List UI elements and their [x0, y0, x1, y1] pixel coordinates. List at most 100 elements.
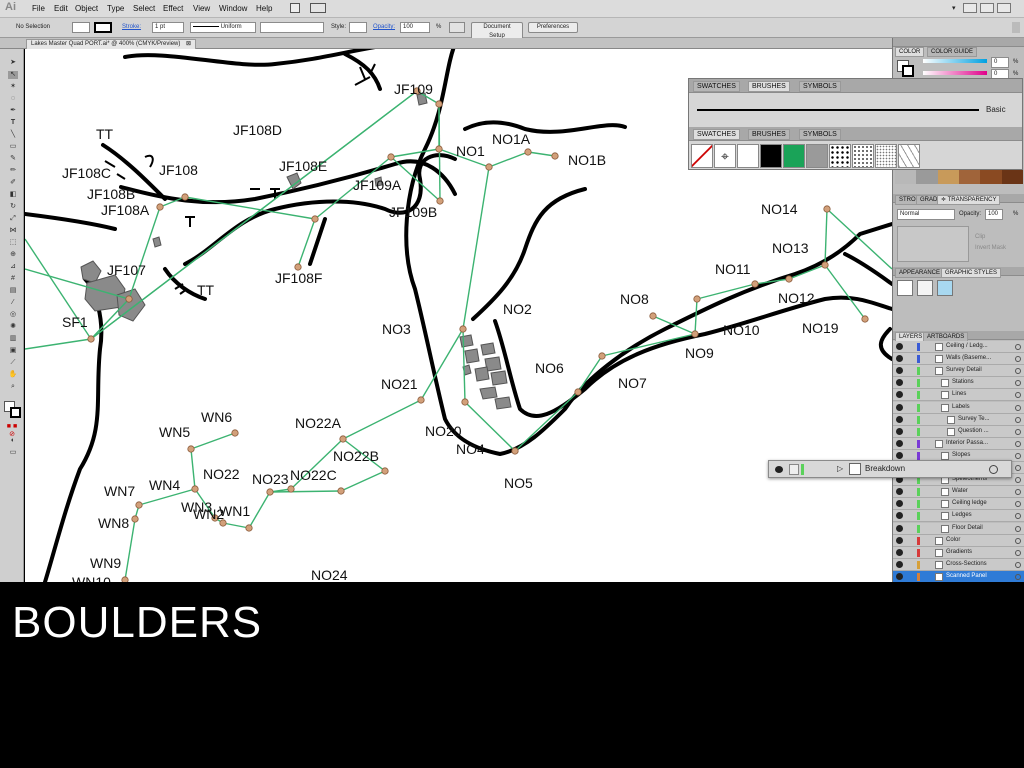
green-swatch[interactable]: [783, 144, 805, 168]
survey-station[interactable]: [417, 396, 425, 404]
stroke-weight-field[interactable]: 1 pt: [152, 22, 184, 33]
eye-icon[interactable]: [896, 355, 903, 363]
target-icon[interactable]: [1015, 416, 1021, 423]
layer-name[interactable]: Water: [952, 486, 1010, 497]
layer-row[interactable]: Scanned Panel: [893, 570, 1024, 582]
pattern-swatch-4[interactable]: [898, 144, 920, 168]
survey-station[interactable]: [435, 100, 443, 108]
tab-color-guide[interactable]: COLOR GUIDE: [927, 47, 978, 57]
target-icon[interactable]: [1015, 368, 1021, 375]
tab-appearance[interactable]: APPEARANCE: [895, 268, 945, 278]
tab-symbols[interactable]: SYMBOLS: [799, 81, 841, 92]
transparency-opacity-field[interactable]: 100: [985, 209, 1003, 220]
stroke-swatch[interactable]: [94, 22, 112, 33]
layer-row[interactable]: Interior Passa...: [893, 437, 1024, 450]
line-tool-icon[interactable]: ╲: [8, 131, 18, 139]
eye-icon[interactable]: [896, 536, 903, 544]
pencil-tool-icon[interactable]: ✏: [8, 167, 18, 175]
target-icon[interactable]: [1015, 380, 1021, 387]
target-icon[interactable]: [1015, 440, 1021, 447]
survey-station[interactable]: [131, 515, 139, 523]
layer-row[interactable]: Gradients: [893, 546, 1024, 559]
survey-station[interactable]: [231, 429, 239, 437]
rotate-tool-icon[interactable]: ↻: [8, 203, 18, 211]
target-icon[interactable]: [1015, 344, 1021, 350]
tab-transparency[interactable]: ≑ TRANSPARENCY: [937, 195, 1001, 205]
tab-swatches[interactable]: SWATCHES: [693, 81, 740, 92]
layer-row[interactable]: Labels: [893, 401, 1024, 414]
graphic-style-default[interactable]: [897, 280, 913, 296]
menu-window[interactable]: Window: [219, 4, 247, 13]
menu-edit[interactable]: Edit: [54, 4, 68, 13]
layer-name[interactable]: Ceiling ledge: [952, 498, 1010, 509]
survey-station[interactable]: [693, 295, 701, 303]
eye-icon[interactable]: [896, 488, 903, 496]
selection-tool-icon[interactable]: ➤: [8, 59, 18, 67]
eye-icon[interactable]: [896, 343, 903, 350]
pattern-swatch-3[interactable]: [875, 144, 897, 168]
target-icon[interactable]: [1015, 573, 1021, 580]
restore-icon[interactable]: [980, 3, 994, 13]
menu-type[interactable]: Type: [107, 4, 124, 13]
menu-file[interactable]: File: [32, 4, 45, 13]
pattern-swatch-1[interactable]: [829, 144, 851, 168]
survey-station[interactable]: [485, 163, 493, 171]
fill-swatch[interactable]: [72, 22, 90, 33]
survey-station[interactable]: [87, 335, 95, 343]
layer-name[interactable]: Interior Passa...: [946, 438, 1004, 449]
magenta-slider[interactable]: [923, 71, 987, 75]
target-icon[interactable]: [1015, 513, 1021, 520]
graphic-style-3[interactable]: [937, 280, 953, 296]
layer-row[interactable]: Floor Detail: [893, 522, 1024, 535]
hand-tool-icon[interactable]: ✋: [8, 371, 18, 379]
survey-station[interactable]: [311, 215, 319, 223]
layer-row[interactable]: Ceiling ledge: [893, 498, 1024, 511]
target-icon[interactable]: [1015, 356, 1021, 363]
cyan-slider[interactable]: [923, 59, 987, 63]
preferences-button[interactable]: Preferences: [528, 22, 578, 33]
black-swatch[interactable]: [760, 144, 782, 168]
width-tool-icon[interactable]: ⋈: [8, 227, 18, 235]
blob-brush-icon[interactable]: ✐: [8, 179, 18, 187]
pattern-swatch-2[interactable]: [852, 144, 874, 168]
layer-name[interactable]: Color: [946, 535, 1004, 546]
layer-name[interactable]: Cross-Sections: [946, 559, 1004, 570]
target-icon[interactable]: [1015, 392, 1021, 399]
survey-station[interactable]: [574, 388, 582, 396]
target-icon[interactable]: [1015, 452, 1021, 459]
slice-tool-icon[interactable]: ⟋: [8, 359, 18, 367]
rectangle-tool-icon[interactable]: ▭: [8, 143, 18, 151]
pen-tool-icon[interactable]: ✒: [8, 107, 18, 115]
target-icon[interactable]: [1015, 465, 1021, 471]
menu-view[interactable]: View: [193, 4, 210, 13]
breakdown-layer-name[interactable]: Breakdown: [865, 464, 905, 473]
control-menu-icon[interactable]: [1012, 22, 1020, 33]
layer-name[interactable]: Ledges: [952, 510, 1010, 521]
layer-name[interactable]: Walls (Baseme...: [946, 353, 1004, 364]
close-tab-icon[interactable]: ⊠: [186, 41, 191, 47]
eye-icon[interactable]: [896, 524, 903, 532]
target-icon[interactable]: [1015, 549, 1021, 556]
eye-icon[interactable]: [896, 439, 903, 447]
opacity-label[interactable]: Opacity:: [373, 24, 395, 30]
survey-station[interactable]: [125, 295, 133, 303]
graphic-style-2[interactable]: [917, 280, 933, 296]
survey-station[interactable]: [821, 261, 829, 269]
layer-row[interactable]: Ledges: [893, 510, 1024, 523]
shape-builder-icon[interactable]: ⊕: [8, 251, 18, 259]
arrange-documents-icon[interactable]: [310, 3, 326, 13]
eye-icon[interactable]: [896, 572, 903, 580]
target-icon[interactable]: [1015, 404, 1021, 411]
color-stroke-swatch[interactable]: [902, 65, 914, 77]
layer-row[interactable]: Color: [893, 534, 1024, 547]
layer-name[interactable]: Survey Detail: [946, 365, 1004, 376]
color-mode-icon[interactable]: ■ ■ ⊘: [3, 423, 21, 438]
survey-station[interactable]: [181, 193, 189, 201]
free-transform-icon[interactable]: ⬚: [8, 239, 18, 247]
target-icon[interactable]: [1015, 525, 1021, 532]
survey-station[interactable]: [461, 398, 469, 406]
menu-select[interactable]: Select: [133, 4, 155, 13]
survey-station[interactable]: [435, 145, 443, 153]
survey-station[interactable]: [691, 330, 699, 338]
close-icon[interactable]: [997, 3, 1011, 13]
